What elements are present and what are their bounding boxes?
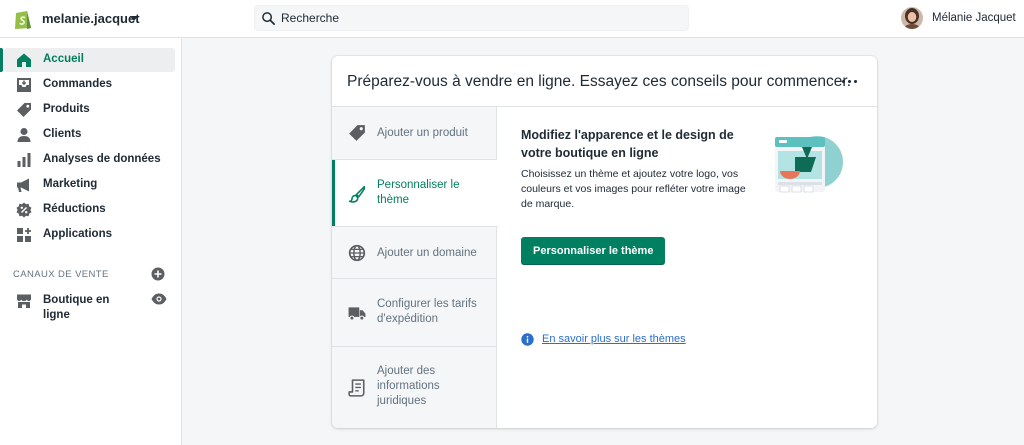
- orders-icon: [17, 78, 31, 92]
- top-bar: melanie.jacquet Mélanie Jacquet: [0, 0, 1024, 38]
- sidebar-item-commandes[interactable]: Commandes: [4, 73, 175, 97]
- megaphone-icon: [17, 178, 29, 192]
- discount-icon: [16, 202, 32, 218]
- user-menu[interactable]: Mélanie Jacquet: [894, 0, 1024, 38]
- sidebar-item-reductions[interactable]: Réductions: [4, 198, 175, 222]
- add-channel-icon[interactable]: [151, 267, 165, 281]
- sidebar-item-label: Réductions: [43, 203, 106, 215]
- setup-tabs: Ajouter un produit Personnaliser le thèm…: [332, 107, 498, 428]
- content-description: Choisissez un thème et ajoutez votre log…: [521, 168, 746, 210]
- person-icon: [17, 128, 31, 142]
- learn-more-link-text[interactable]: En savoir plus sur les thèmes: [542, 333, 686, 345]
- sidebar-item-label: Accueil: [43, 53, 84, 65]
- eye-icon[interactable]: [151, 293, 167, 305]
- tab-ajouter-domaine[interactable]: Ajouter un domaine: [332, 227, 497, 279]
- chevron-down-icon[interactable]: [130, 16, 138, 21]
- search-input[interactable]: [281, 6, 681, 30]
- sidebar-item-clients[interactable]: Clients: [4, 123, 175, 147]
- search-icon: [262, 12, 275, 25]
- sidebar-item-applications[interactable]: Applications: [4, 223, 175, 247]
- bar-chart-icon: [17, 153, 31, 167]
- tab-informations-juridiques[interactable]: Ajouter des informations juridiques: [332, 347, 497, 428]
- globe-icon: [348, 244, 366, 262]
- content-title: Modifiez l'apparence et le design de vot…: [521, 128, 734, 160]
- sidebar-item-analyses[interactable]: Analyses de données: [4, 148, 175, 172]
- card-header: Préparez-vous à vendre en ligne. Essayez…: [332, 56, 877, 107]
- setup-guide-card: Préparez-vous à vendre en ligne. Essayez…: [332, 56, 877, 428]
- tab-content: Modifiez l'apparence et le design de vot…: [498, 107, 877, 428]
- tab-label: Ajouter des informations juridiques: [377, 365, 440, 407]
- search-bar[interactable]: [254, 5, 689, 31]
- sidebar-item-label: Commandes: [43, 78, 113, 90]
- tag-icon: [349, 125, 365, 141]
- sidebar-item-accueil[interactable]: Accueil: [0, 48, 175, 72]
- sidebar-item-label: Clients: [43, 128, 82, 140]
- theme-illustration: [775, 136, 843, 193]
- sidebar-item-label: Produits: [43, 103, 90, 115]
- tab-label: Ajouter un domaine: [377, 247, 477, 259]
- brush-icon: [348, 185, 366, 203]
- shopify-logo-icon[interactable]: [13, 8, 33, 30]
- sidebar-item-label: Applications: [43, 228, 113, 240]
- tab-ajouter-produit[interactable]: Ajouter un produit: [332, 107, 497, 160]
- document-icon: [348, 379, 365, 397]
- sidebar-item-boutique[interactable]: Boutique en ligne: [4, 289, 175, 325]
- home-icon: [17, 53, 31, 67]
- sidebar-item-label: Marketing: [43, 178, 98, 190]
- sales-channels-title: CANAUX DE VENTE: [13, 269, 109, 280]
- sidebar-item-label: Boutique en ligne: [43, 294, 110, 321]
- more-actions-icon[interactable]: [841, 73, 859, 89]
- card-title: Préparez-vous à vendre en ligne. Essayez…: [347, 73, 851, 90]
- sidebar-item-marketing[interactable]: Marketing: [4, 173, 175, 197]
- sidebar: Accueil Commandes Produits Clients Analy…: [0, 38, 182, 445]
- avatar[interactable]: [901, 7, 923, 29]
- store-name[interactable]: melanie.jacquet: [42, 11, 140, 26]
- apps-icon: [17, 228, 31, 242]
- tab-tarifs-expedition[interactable]: Configurer les tarifs d'expédition: [332, 279, 497, 347]
- tag-icon: [17, 103, 31, 117]
- customize-theme-button[interactable]: Personnaliser le thème: [521, 237, 666, 265]
- sidebar-item-label: Analyses de données: [43, 153, 161, 165]
- tab-label: Ajouter un produit: [377, 127, 468, 139]
- truck-icon: [348, 307, 366, 321]
- info-icon: [521, 333, 534, 346]
- tab-personnaliser-theme[interactable]: Personnaliser le thème: [332, 160, 498, 227]
- sidebar-item-produits[interactable]: Produits: [4, 98, 175, 122]
- user-name: Mélanie Jacquet: [932, 12, 1016, 24]
- tab-label: Personnaliser le thème: [377, 179, 460, 206]
- tab-label: Configurer les tarifs d'expédition: [377, 298, 477, 325]
- store-icon: [17, 294, 31, 308]
